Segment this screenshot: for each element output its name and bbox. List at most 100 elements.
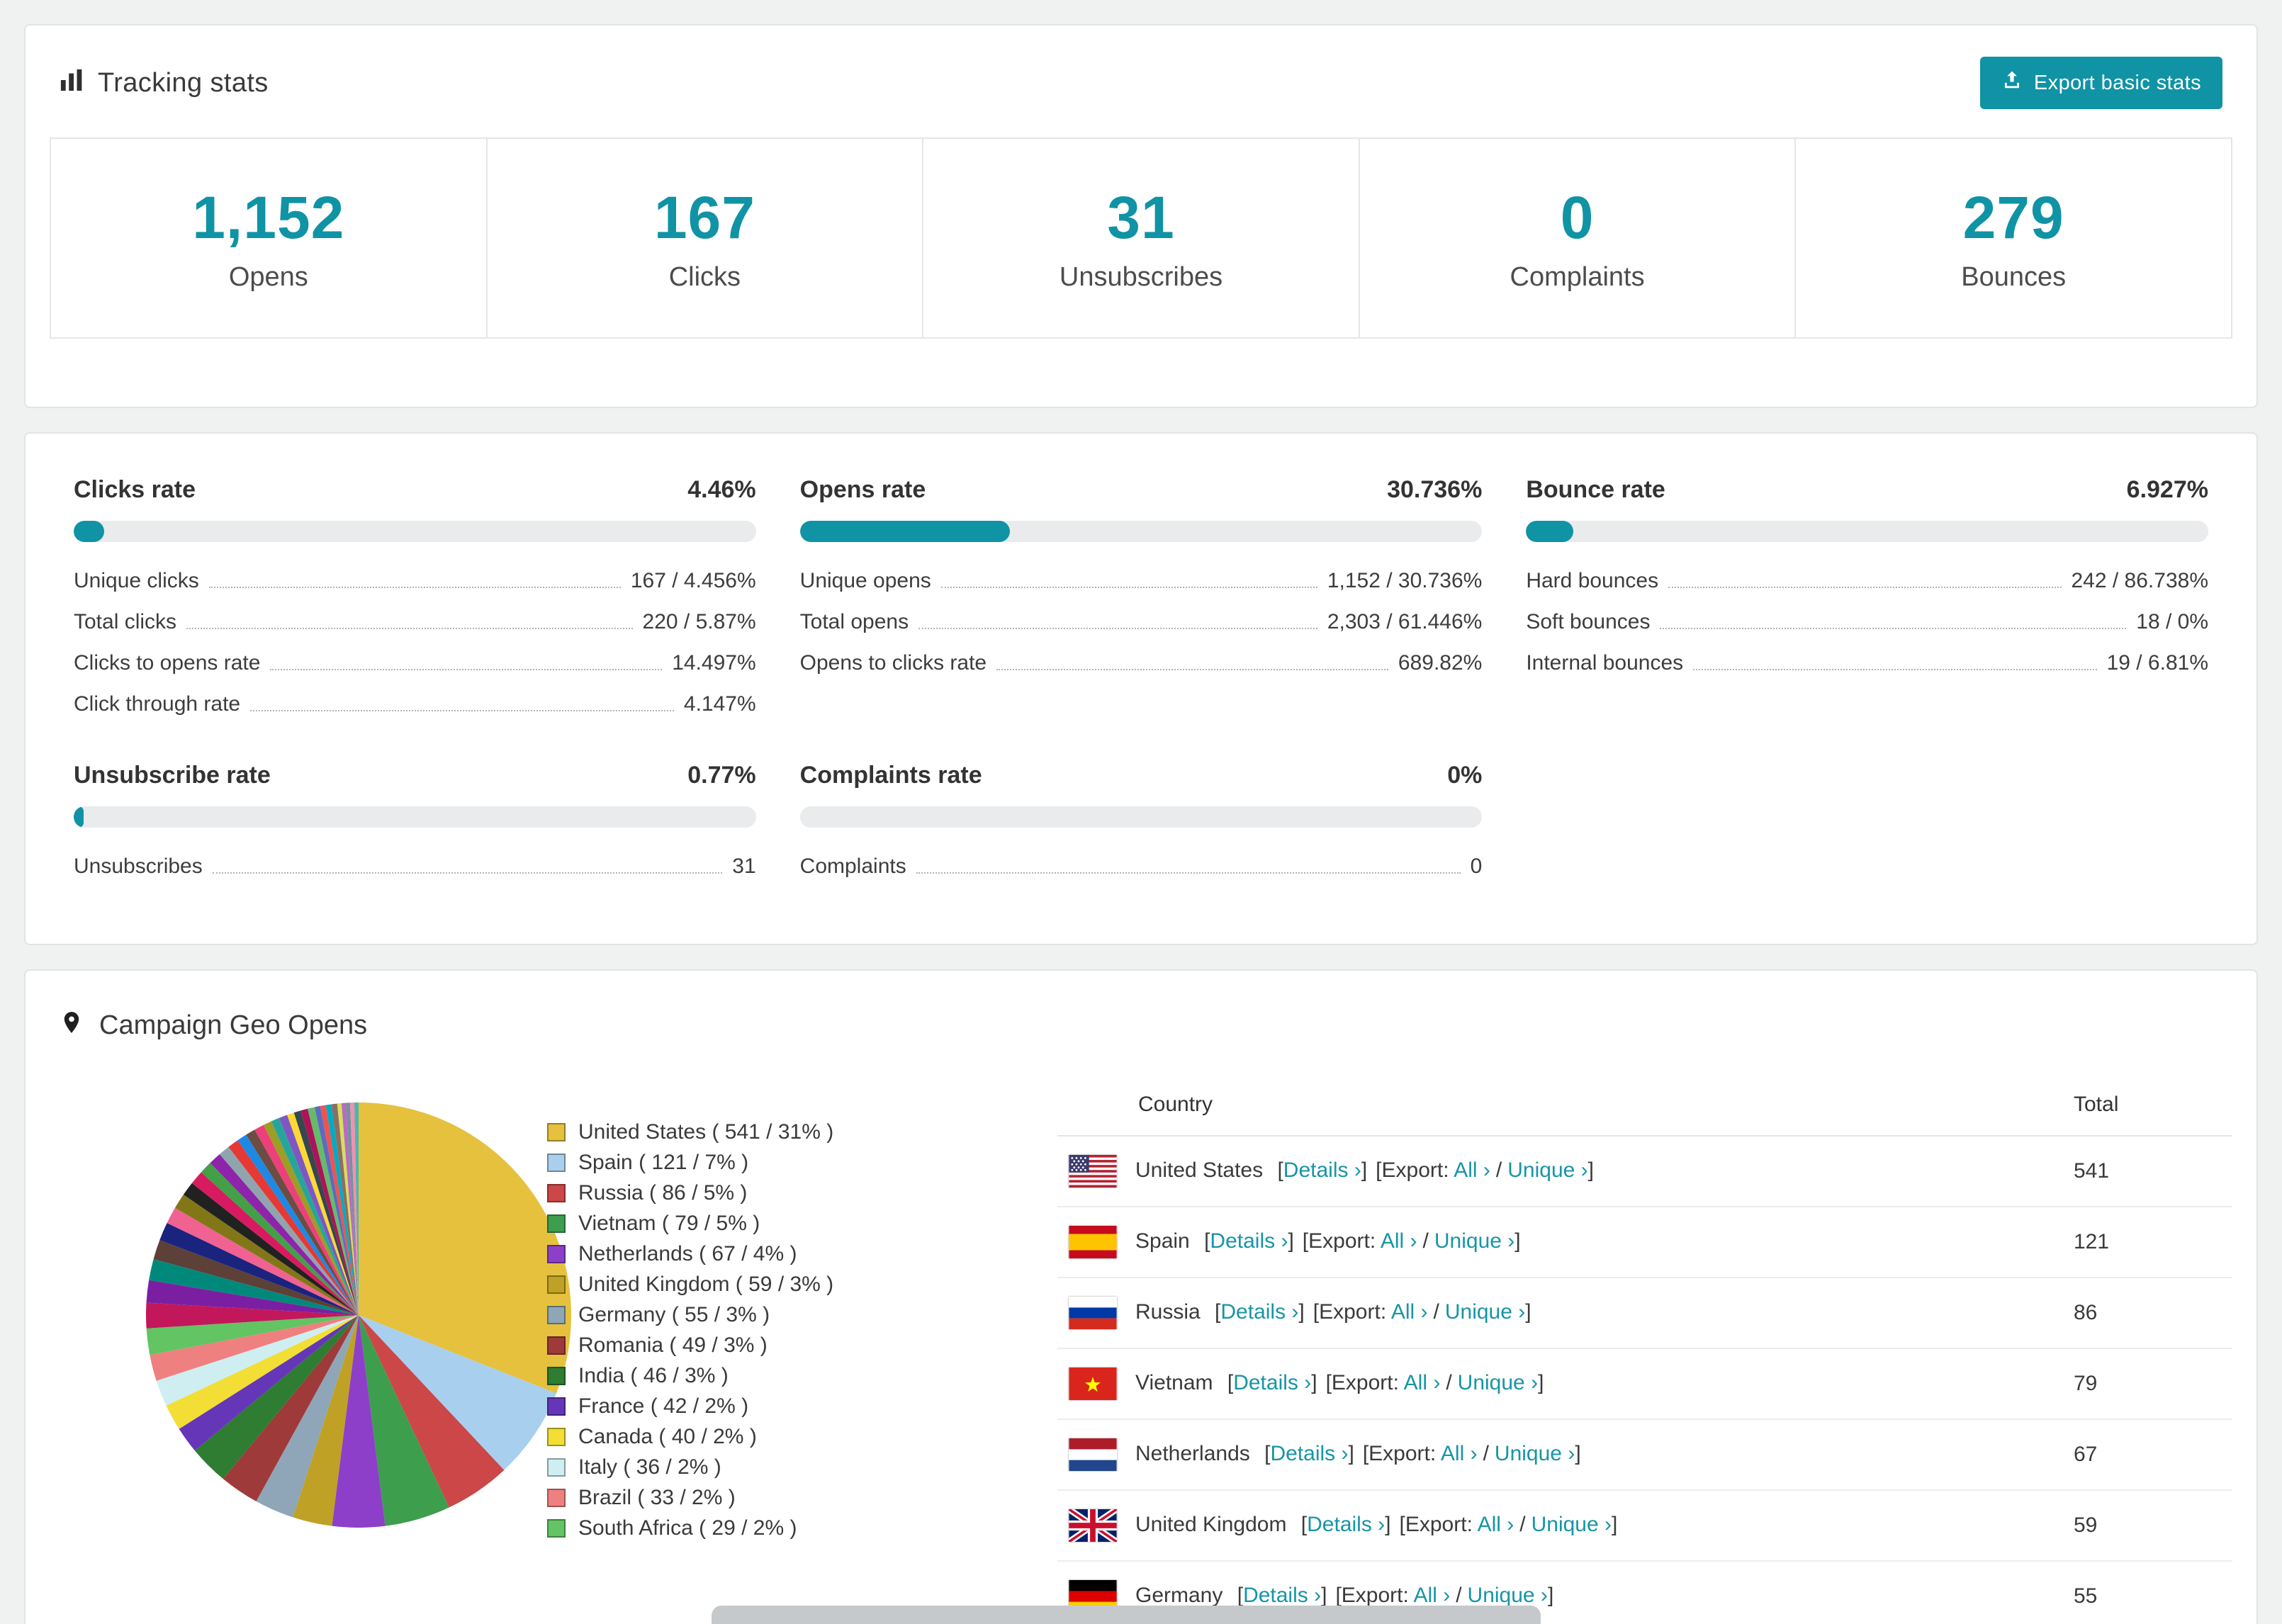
rate-metric-row: Opens to clicks rate 689.82% [800, 643, 1483, 684]
geo-table-row: Russia [Details ›] [Export: All › / Unique … [1057, 1278, 2232, 1349]
metric-value: 31 [732, 855, 756, 878]
legend-label: Germany ( 55 / 3% ) [578, 1302, 770, 1326]
country-column-header: Country [1057, 1074, 2074, 1137]
metric-value: 2,303 / 61.446% [1327, 610, 1483, 633]
legend-label: India ( 46 / 3% ) [578, 1363, 729, 1387]
country-total: 86 [2074, 1278, 2232, 1349]
export-all-link[interactable]: All › [1441, 1442, 1478, 1465]
legend-label: Vietnam ( 79 / 5% ) [578, 1211, 760, 1235]
details-link[interactable]: Details › [1233, 1371, 1311, 1394]
legend-label: United States ( 541 / 31% ) [578, 1120, 834, 1144]
metric-value: 242 / 86.738% [2071, 569, 2209, 592]
page-title: Tracking stats [98, 67, 269, 98]
export-unique-link[interactable]: Unique › [1434, 1229, 1514, 1253]
details-link[interactable]: Details › [1270, 1442, 1348, 1465]
dotted-leader [940, 587, 1317, 588]
dotted-leader [186, 628, 633, 629]
stat-label: Complaints [1510, 262, 1645, 292]
metric-value: 167 / 4.456% [630, 569, 756, 592]
metric-value: 0 [1470, 855, 1483, 878]
legend-item: France ( 42 / 2% ) [547, 1391, 1057, 1421]
rate-title: Unsubscribe rate [74, 762, 271, 789]
location-pin-icon [60, 1008, 84, 1043]
export-unique-link[interactable]: Unique › [1458, 1371, 1538, 1394]
country-name: Spain [1135, 1229, 1196, 1253]
export-all-link[interactable]: All › [1414, 1584, 1451, 1607]
rate-progress-bar [74, 806, 756, 828]
metric-label: Total clicks [74, 610, 177, 633]
legend-label: Romania ( 49 / 3% ) [578, 1333, 768, 1357]
metric-label: Soft bounces [1526, 610, 1651, 633]
tracking-stats-header: Tracking stats Export basic stats [26, 26, 2256, 137]
legend-swatch [547, 1244, 566, 1263]
rate-progress-bar [799, 806, 1483, 828]
stat-box: 0 Complaints [1359, 139, 1797, 337]
rate-metric-row: Total clicks 220 / 5.87% [74, 602, 756, 643]
export-all-link[interactable]: All › [1381, 1229, 1417, 1253]
metric-label: Unsubscribes [74, 855, 203, 878]
export-all-link[interactable]: All › [1454, 1158, 1490, 1182]
details-link[interactable]: Details › [1220, 1300, 1298, 1324]
dotted-leader [1693, 669, 2097, 670]
legend-label: Canada ( 40 / 2% ) [578, 1424, 757, 1448]
dotted-leader [208, 587, 621, 588]
country-flag-icon [1069, 1297, 1117, 1329]
country-name: Germany [1135, 1583, 1229, 1607]
export-unique-link[interactable]: Unique › [1468, 1584, 1548, 1607]
export-all-link[interactable]: All › [1478, 1513, 1514, 1536]
rate-metric-row: Unique opens 1,152 / 30.736% [800, 560, 1483, 602]
stats-row: 1,152 Opens 167 Clicks 31 Unsubscribes 0… [50, 137, 2232, 339]
details-link[interactable]: Details › [1307, 1513, 1385, 1536]
rate-metric-row: Clicks to opens rate 14.497% [74, 643, 756, 684]
country-name: Russia [1135, 1299, 1207, 1324]
rate-metric-row: Complaints 0 [800, 846, 1483, 887]
country-name: United Kingdom [1135, 1512, 1293, 1536]
dotted-leader [250, 710, 674, 711]
dotted-leader [918, 628, 1317, 629]
geo-pie-svg[interactable] [146, 1103, 571, 1528]
metric-value: 18 / 0% [2136, 610, 2208, 633]
details-link[interactable]: Details › [1283, 1158, 1361, 1182]
details-link[interactable]: Details › [1210, 1229, 1288, 1253]
legend-label: Italy ( 36 / 2% ) [578, 1455, 721, 1479]
country-name: United States [1135, 1158, 1269, 1182]
rate-value: 0% [1447, 762, 1483, 789]
total-column-header: Total [2074, 1074, 2232, 1137]
stat-box: 279 Bounces [1796, 139, 2231, 337]
stat-box: 167 Clicks [487, 139, 924, 337]
export-unique-link[interactable]: Unique › [1507, 1158, 1587, 1182]
legend-item: Netherlands ( 67 / 4% ) [547, 1239, 1057, 1269]
rate-section: Opens rate 30.736% Unique opens 1,152 / … [799, 476, 1483, 725]
export-prefix: Export: [1319, 1299, 1387, 1324]
export-prefix: Export: [1341, 1583, 1409, 1607]
export-unique-link[interactable]: Unique › [1445, 1300, 1525, 1324]
legend-swatch [547, 1427, 566, 1446]
geo-table-row: United Kingdom [Details ›] [Export: All ›… [1057, 1490, 2232, 1562]
metric-label: Click through rate [74, 692, 241, 716]
legend-swatch [547, 1518, 566, 1538]
legend-item: Germany ( 55 / 3% ) [547, 1299, 1057, 1330]
metric-label: Clicks to opens rate [74, 651, 261, 675]
export-unique-link[interactable]: Unique › [1531, 1513, 1612, 1536]
rate-metric-rows: Unique opens 1,152 / 30.736% Total opens… [800, 560, 1483, 684]
legend-swatch [547, 1275, 566, 1294]
details-link[interactable]: Details › [1243, 1584, 1321, 1607]
legend-swatch [547, 1336, 566, 1355]
dotted-leader [1660, 628, 2127, 629]
rate-title: Clicks rate [74, 476, 196, 503]
metric-label: Unique clicks [74, 569, 199, 592]
rate-progress-bar [74, 521, 756, 542]
export-unique-link[interactable]: Unique › [1495, 1442, 1575, 1465]
rate-progress-bar [799, 521, 1483, 542]
dotted-leader [212, 872, 723, 874]
geo-content: United States ( 541 / 31% ) Spain ( 121 … [26, 1074, 2256, 1624]
stat-box: 31 Unsubscribes [923, 139, 1360, 337]
legend-swatch [547, 1214, 566, 1233]
horizontal-scrollbar-thumb[interactable] [712, 1606, 1541, 1624]
legend-item: Spain ( 121 / 7% ) [547, 1147, 1057, 1178]
export-basic-stats-button[interactable]: Export basic stats [1979, 57, 2222, 109]
export-all-link[interactable]: All › [1404, 1371, 1441, 1394]
export-all-link[interactable]: All › [1391, 1300, 1428, 1324]
country-total: 121 [2074, 1207, 2232, 1278]
legend-label: South Africa ( 29 / 2% ) [578, 1516, 797, 1540]
